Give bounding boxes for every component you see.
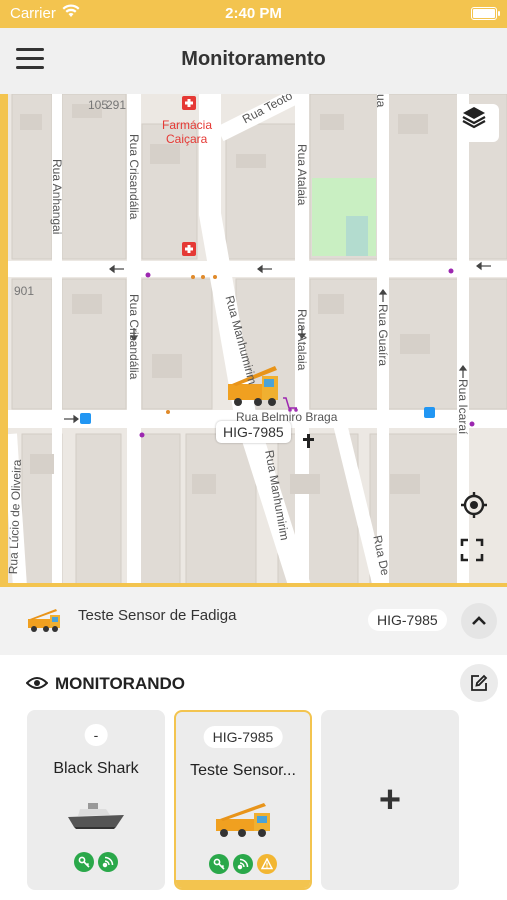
vehicle-name: Teste Sensor de Fadiga <box>78 607 237 624</box>
truck-icon <box>216 803 270 837</box>
plate-badge: HIG-7985 <box>203 726 283 748</box>
vehicle-plate-tag[interactable]: HIG-7985 <box>216 421 291 443</box>
signal-icon <box>98 852 118 872</box>
map-label: Farmácia <box>162 118 213 132</box>
vehicle-card-name: Black Shark <box>53 760 139 777</box>
signal-icon <box>233 854 253 874</box>
map-label: ua <box>374 94 388 108</box>
map-label: Rua Crisandália <box>127 294 141 380</box>
map-label: Rua Icaraí <box>456 379 470 435</box>
section-heading: MONITORANDO <box>55 674 186 693</box>
map-tiles <box>0 94 507 587</box>
app-header: Monitoramento <box>0 28 507 94</box>
map-label: 291 <box>106 98 127 112</box>
edit-icon[interactable] <box>460 664 498 702</box>
vehicle-card-selected[interactable]: HIG-7985 Teste Sensor... <box>174 710 312 890</box>
map-accent-left <box>0 94 8 587</box>
warning-icon <box>257 854 277 874</box>
map-label: Rua Guaíra <box>376 304 390 367</box>
map-label: Caiçara <box>166 132 208 146</box>
map-label: Rua Atalaia <box>295 144 309 206</box>
key-icon <box>74 852 94 872</box>
plate-badge: - <box>84 724 108 746</box>
battery-icon <box>471 7 500 20</box>
vehicle-plate-badge: HIG-7985 <box>368 609 447 631</box>
truck-icon <box>28 609 60 632</box>
clock: 2:40 PM <box>225 5 282 22</box>
vehicle-card-name: Teste Sensor... <box>190 762 296 779</box>
map-view[interactable]: 105 291 901 Farmácia Caiçara Rua Anhanga… <box>0 94 507 587</box>
vehicle-card[interactable]: - Black Shark <box>27 710 165 890</box>
map-label: Rua Anhangai <box>50 159 64 235</box>
eye-icon <box>26 677 48 689</box>
map-label: Rua Atalaia <box>295 309 309 371</box>
map-label: Rua Crisandália <box>127 134 141 220</box>
chevron-up-icon[interactable] <box>461 603 497 639</box>
page-title: Monitoramento <box>181 48 326 70</box>
add-vehicle-button[interactable]: + <box>321 710 459 890</box>
locate-icon[interactable] <box>460 491 498 529</box>
layers-icon[interactable] <box>461 104 499 142</box>
plus-icon: + <box>378 778 402 821</box>
key-icon <box>209 854 229 874</box>
status-bar: Carrier 2:40 PM <box>0 0 507 28</box>
fullscreen-icon[interactable] <box>460 538 498 576</box>
map-label: 901 <box>14 284 35 298</box>
boat-icon <box>68 803 124 829</box>
selected-vehicle-bar[interactable]: Teste Sensor de Fadiga HIG-7985 <box>0 587 507 655</box>
monitoring-section: MONITORANDO - Black Shark HIG-7985 Teste… <box>0 655 507 900</box>
